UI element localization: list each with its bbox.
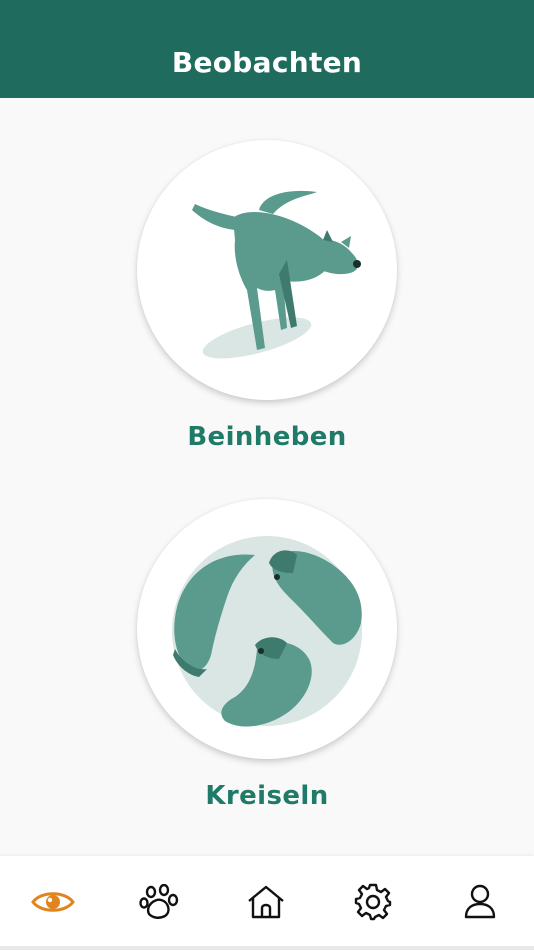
paw-icon	[139, 884, 179, 919]
tab-dog[interactable]	[106, 856, 212, 948]
gear-icon	[354, 883, 392, 921]
kreiseln-label[interactable]: Kreiseln	[0, 781, 534, 811]
dog-leg-lifting-illustration	[192, 190, 361, 359]
tab-profile[interactable]	[427, 856, 533, 948]
eye-icon	[31, 892, 75, 912]
dogs-circling-illustration	[172, 536, 362, 727]
tab-observe[interactable]	[0, 856, 106, 948]
beinheben-label[interactable]: Beinheben	[0, 422, 534, 452]
home-icon	[248, 885, 284, 919]
beinheben-card[interactable]	[137, 140, 397, 400]
bottom-divider	[0, 946, 534, 950]
kreiseln-card[interactable]	[137, 499, 397, 759]
app-header: Beobachten	[0, 0, 534, 98]
user-icon	[464, 884, 496, 919]
bottom-tab-bar	[0, 856, 534, 950]
tab-home[interactable]	[213, 856, 319, 948]
tab-settings[interactable]	[320, 856, 426, 948]
page-title: Beobachten	[171, 45, 363, 79]
